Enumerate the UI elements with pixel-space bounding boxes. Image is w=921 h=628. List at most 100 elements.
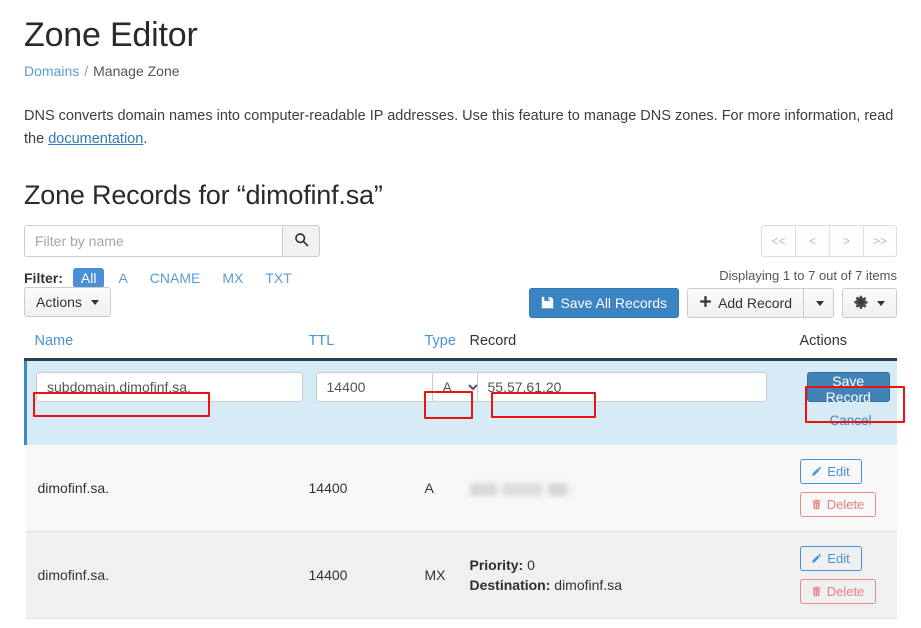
record-ttl-input[interactable] [315, 372, 434, 403]
filter-option-a[interactable]: A [110, 268, 135, 288]
pagination-prev-button[interactable]: < [795, 225, 829, 258]
edit-record-label: Edit [827, 464, 850, 480]
filter-option-mx[interactable]: MX [214, 268, 251, 288]
breadcrumb-link-domains[interactable]: Domains [24, 63, 79, 79]
trash-icon [811, 499, 822, 510]
mx-destination-value: dimofinf.sa [554, 577, 622, 594]
pencil-icon [811, 553, 822, 564]
toolbar-right-group: Save All Records Add Record [529, 288, 897, 319]
delete-record-label: Delete [826, 584, 865, 600]
edit-row-spacer-cell [24, 428, 897, 446]
pagination: << < > >> [761, 225, 897, 258]
pagination-first-button[interactable]: << [761, 225, 795, 258]
redacted-record-value [469, 482, 572, 496]
row-ttl: 14400 [308, 531, 425, 620]
edit-cell-actions: Save Record Cancel [799, 359, 897, 429]
zone-records-title: Zone Records for “dimofinf.sa” [24, 180, 383, 211]
save-all-records-button[interactable]: Save All Records [529, 288, 680, 319]
pagination-block: << < > >> Displaying 1 to 7 out of 7 ite… [719, 225, 897, 283]
edit-cell-ttl [308, 359, 434, 429]
caret-down-icon [877, 300, 885, 306]
trash-icon [811, 586, 822, 597]
intro-paragraph: DNS converts domain names into computer-… [24, 105, 897, 150]
plus-icon [699, 295, 712, 312]
zone-editor-page: Zone Editor Domains / Manage Zone DNS conv… [0, 0, 921, 628]
caret-down-icon [816, 300, 824, 306]
delete-record-button[interactable]: Delete [799, 579, 876, 605]
record-name-input[interactable] [36, 372, 303, 403]
gear-icon [854, 295, 868, 311]
documentation-link[interactable]: documentation [48, 131, 143, 147]
delete-record-button[interactable]: Delete [799, 492, 876, 518]
add-record-button-group: Add Record [687, 288, 834, 319]
filter-option-cname[interactable]: CNAME [142, 268, 209, 288]
records-toolbar: Actions Save All Records Add Record [24, 287, 897, 321]
pagination-last-button[interactable]: >> [863, 225, 897, 258]
row-type: MX [424, 531, 470, 620]
pagination-status: Displaying 1 to 7 out of 7 items [719, 268, 897, 284]
column-header-actions: Actions [799, 327, 897, 362]
record-type-select[interactable]: A [431, 372, 482, 403]
row-actions: Edit Delete [799, 531, 897, 620]
search-input[interactable] [24, 225, 282, 258]
mx-priority-value: 0 [527, 556, 535, 573]
column-header-ttl[interactable]: TTL [308, 327, 425, 362]
save-record-button[interactable]: Save Record [806, 372, 890, 405]
add-record-button[interactable]: Add Record [687, 288, 803, 319]
mx-destination-label: Destination: [469, 577, 551, 594]
edit-cell-name [24, 359, 309, 429]
caret-down-icon [90, 299, 99, 305]
search-icon [294, 232, 309, 250]
pagination-next-button[interactable]: > [829, 225, 863, 258]
search-button[interactable] [282, 225, 320, 258]
row-type: A [424, 445, 470, 533]
filter-option-all[interactable]: All [72, 268, 105, 289]
filter-label: Filter: [24, 270, 63, 287]
intro-text-part1: DNS converts domain names into computer-… [24, 108, 894, 147]
records-controls: Filter: All A CNAME MX TXT << < > >> Dis… [24, 225, 897, 289]
breadcrumb: Domains / Manage Zone [24, 63, 897, 79]
edit-row-spacer [24, 428, 897, 446]
record-value-input[interactable] [476, 372, 767, 403]
add-record-label: Add Record [718, 295, 792, 312]
actions-dropdown-label: Actions [36, 294, 82, 311]
table-header-row: Name TTL Type Record Actions [25, 327, 897, 362]
row-ttl: 14400 [308, 445, 425, 533]
floppy-disk-icon [541, 296, 554, 311]
row-name: dimofinf.sa. [25, 445, 309, 533]
actions-dropdown-button[interactable]: Actions [24, 287, 111, 318]
pencil-icon [811, 466, 822, 477]
edit-record-button[interactable]: Edit [799, 546, 862, 572]
record-edit-row: A Save Record Cancel [24, 359, 897, 429]
table-head: Name TTL Type Record Actions [25, 327, 897, 362]
breadcrumb-separator: / [84, 63, 89, 80]
row-record [469, 445, 800, 533]
row-name: dimofinf.sa. [25, 531, 309, 620]
page-title: Zone Editor [24, 16, 198, 54]
edit-cell-type: A [424, 359, 482, 429]
edit-record-button[interactable]: Edit [799, 459, 862, 485]
intro-text-part2: . [143, 130, 148, 147]
table-body: A Save Record Cancel dimofinf.sa. 14400 … [24, 359, 897, 620]
zone-records-table: Name TTL Type Record Actions A [24, 327, 897, 620]
column-header-name[interactable]: Name [25, 327, 309, 362]
settings-dropdown-button[interactable] [842, 288, 897, 319]
edit-cell-record [469, 359, 800, 429]
save-all-records-label: Save All Records [560, 295, 668, 312]
column-header-type[interactable]: Type [424, 327, 470, 362]
add-record-dropdown-toggle[interactable] [803, 288, 834, 319]
table-row: dimofinf.sa. 14400 MX Priority: 0 Destin… [25, 531, 897, 620]
breadcrumb-current: Manage Zone [93, 63, 180, 80]
cancel-edit-link[interactable]: Cancel [807, 413, 895, 428]
table-row: dimofinf.sa. 14400 A Edit Delete [25, 445, 897, 533]
mx-priority-label: Priority: [469, 556, 524, 573]
edit-record-label: Edit [827, 551, 850, 567]
mx-destination-line: Destination: dimofinf.sa [470, 575, 800, 595]
filter-search-group [24, 225, 320, 258]
mx-priority-line: Priority: 0 [470, 555, 800, 575]
row-actions: Edit Delete [799, 445, 897, 533]
filter-option-txt[interactable]: TXT [257, 268, 299, 288]
column-header-record: Record [469, 327, 800, 362]
row-record: Priority: 0 Destination: dimofinf.sa [469, 531, 800, 620]
delete-record-label: Delete [826, 497, 865, 513]
